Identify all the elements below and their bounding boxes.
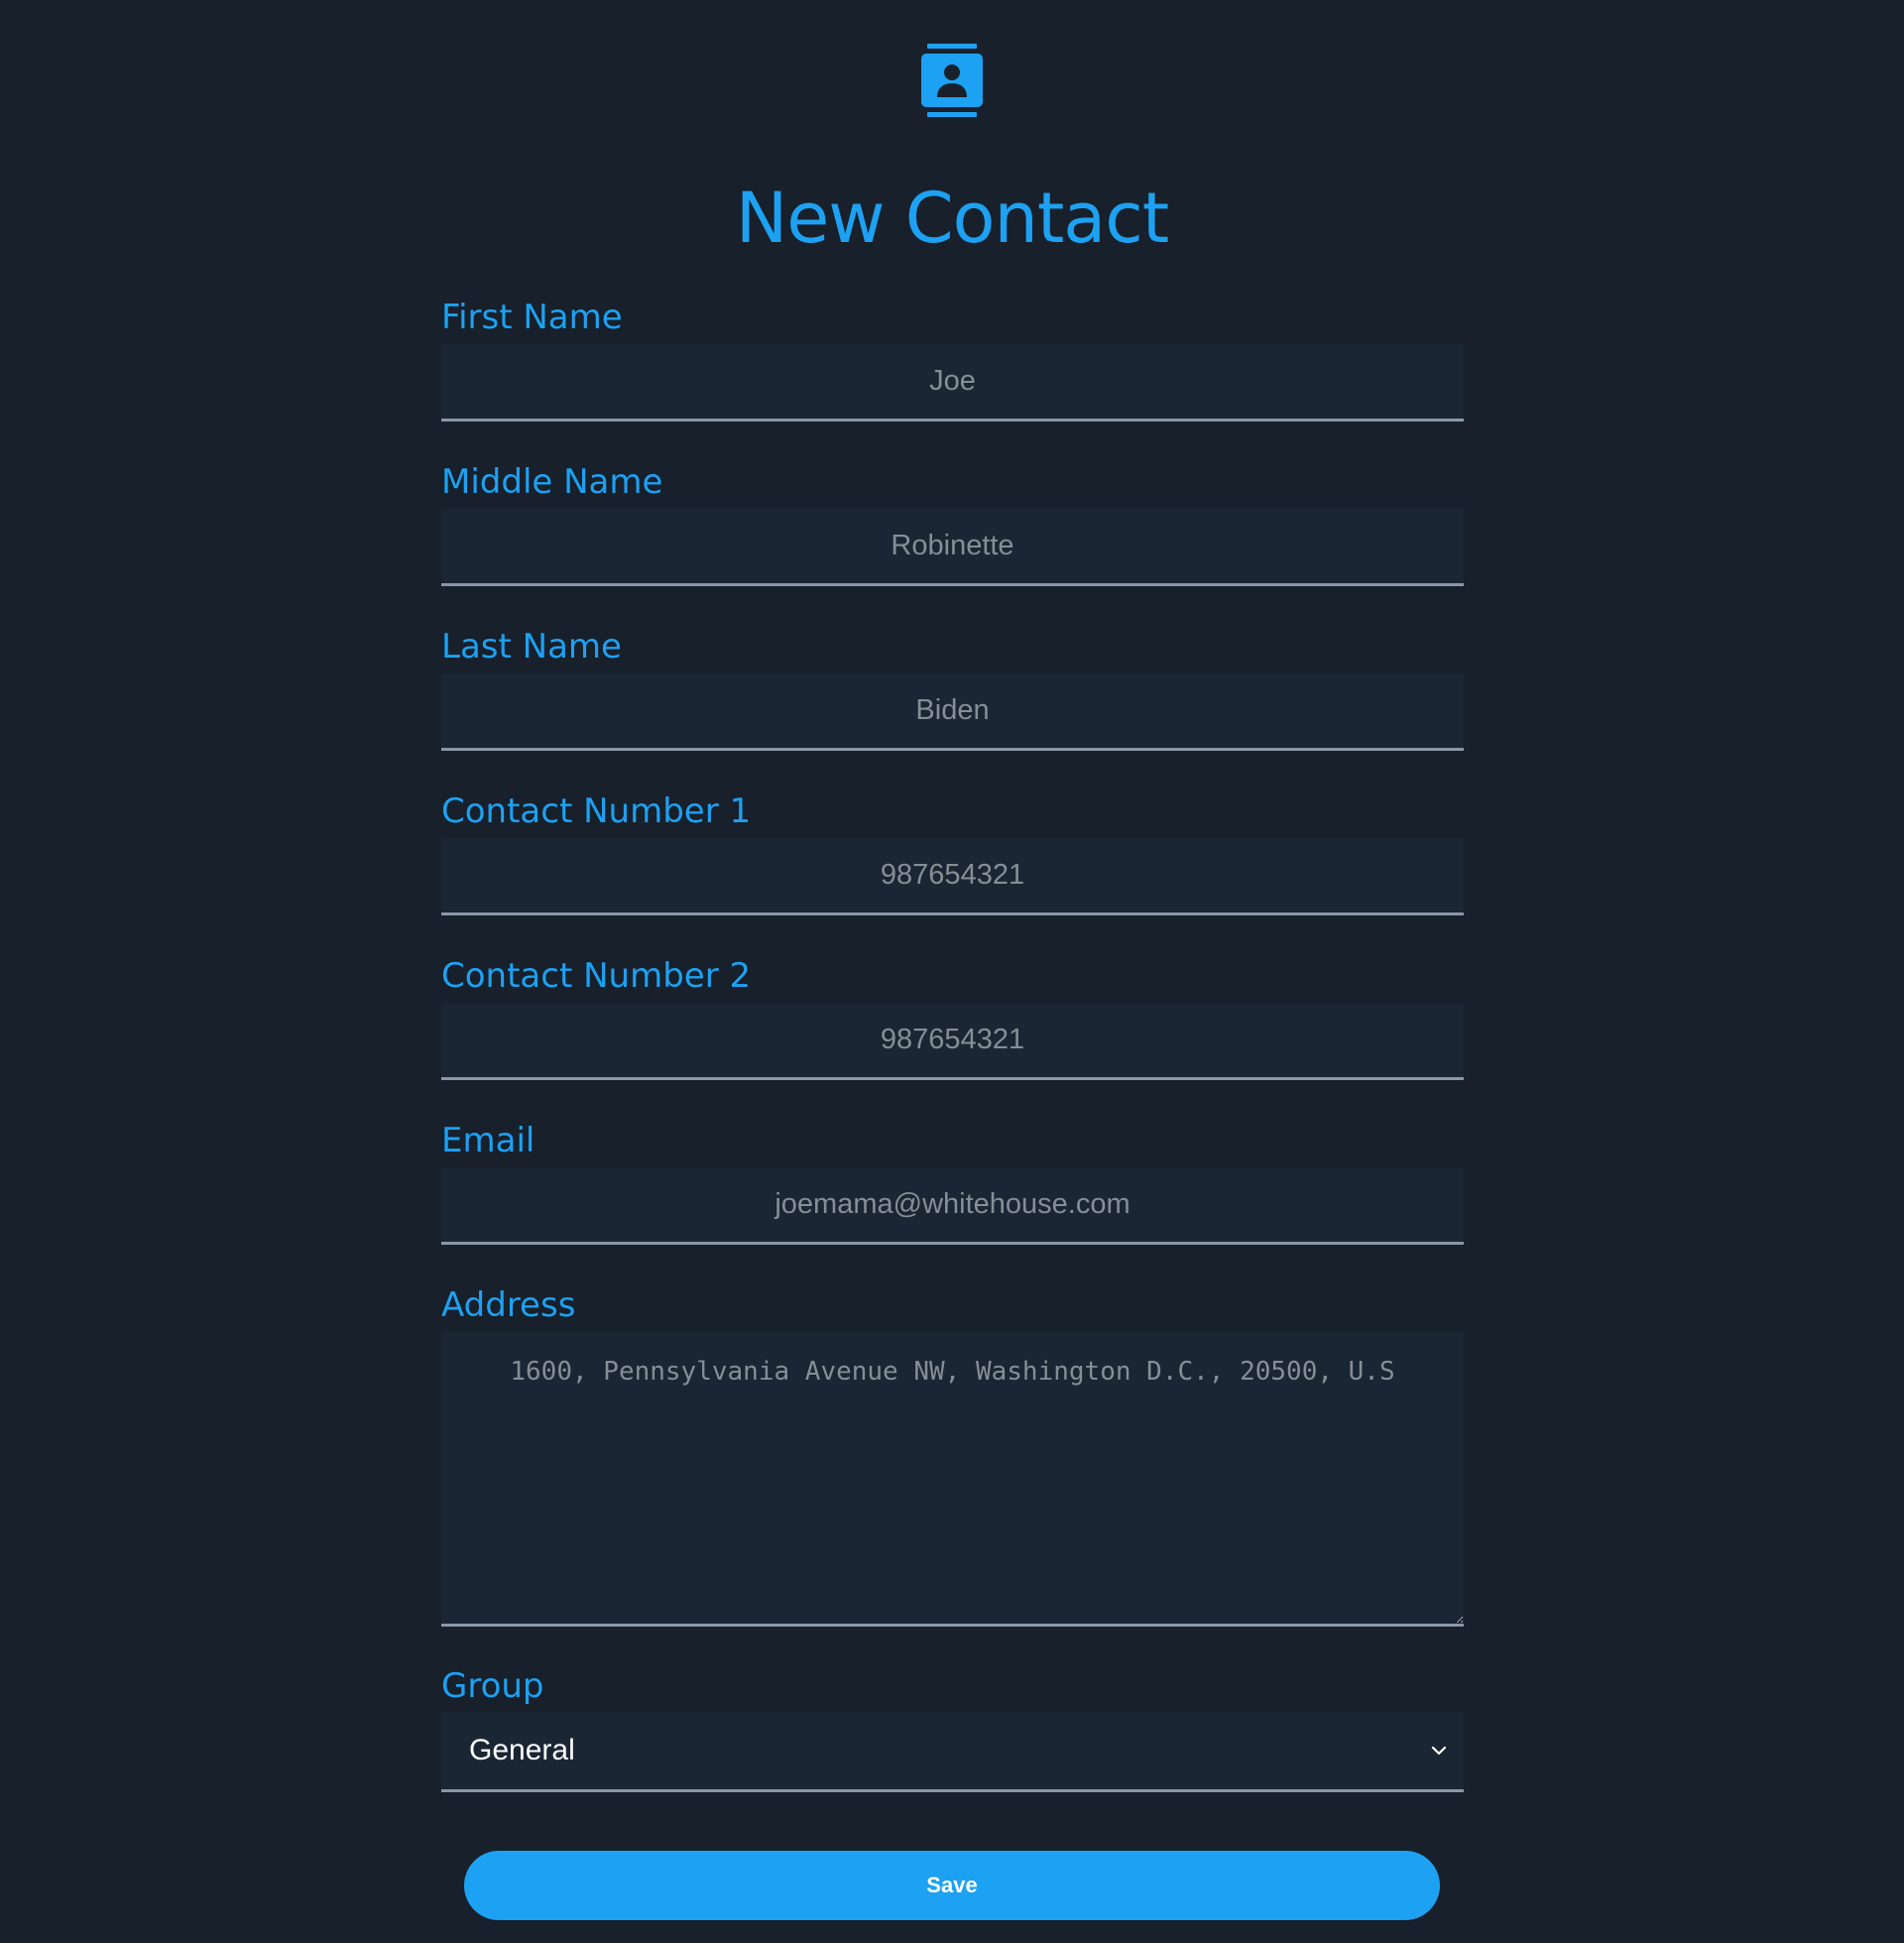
last-name-label: Last Name — [441, 627, 622, 667]
middle-name-input[interactable] — [441, 509, 1464, 586]
new-contact-page: New Contact First Name Middle Name Last … — [0, 0, 1904, 1943]
last-name-input[interactable] — [441, 673, 1464, 751]
save-button[interactable]: Save — [464, 1851, 1440, 1920]
contact-number-2-label: Contact Number 2 — [441, 956, 752, 996]
group-selected-value: General — [469, 1734, 575, 1766]
first-name-input[interactable] — [441, 344, 1464, 422]
contact-number-1-label: Contact Number 1 — [441, 791, 752, 831]
contact-number-1-input[interactable] — [441, 838, 1464, 915]
first-name-label: First Name — [441, 298, 623, 337]
middle-name-label: Middle Name — [441, 462, 663, 502]
address-textarea[interactable] — [441, 1331, 1464, 1627]
email-label: Email — [441, 1121, 536, 1160]
contact-number-2-input[interactable] — [441, 1003, 1464, 1080]
address-label: Address — [441, 1285, 576, 1325]
group-label: Group — [441, 1666, 544, 1706]
group-select[interactable]: General — [441, 1712, 1464, 1792]
chevron-down-icon — [1431, 1746, 1447, 1756]
email-input[interactable] — [441, 1167, 1464, 1245]
contact-book-icon — [921, 44, 983, 117]
page-title: New Contact — [735, 178, 1169, 259]
